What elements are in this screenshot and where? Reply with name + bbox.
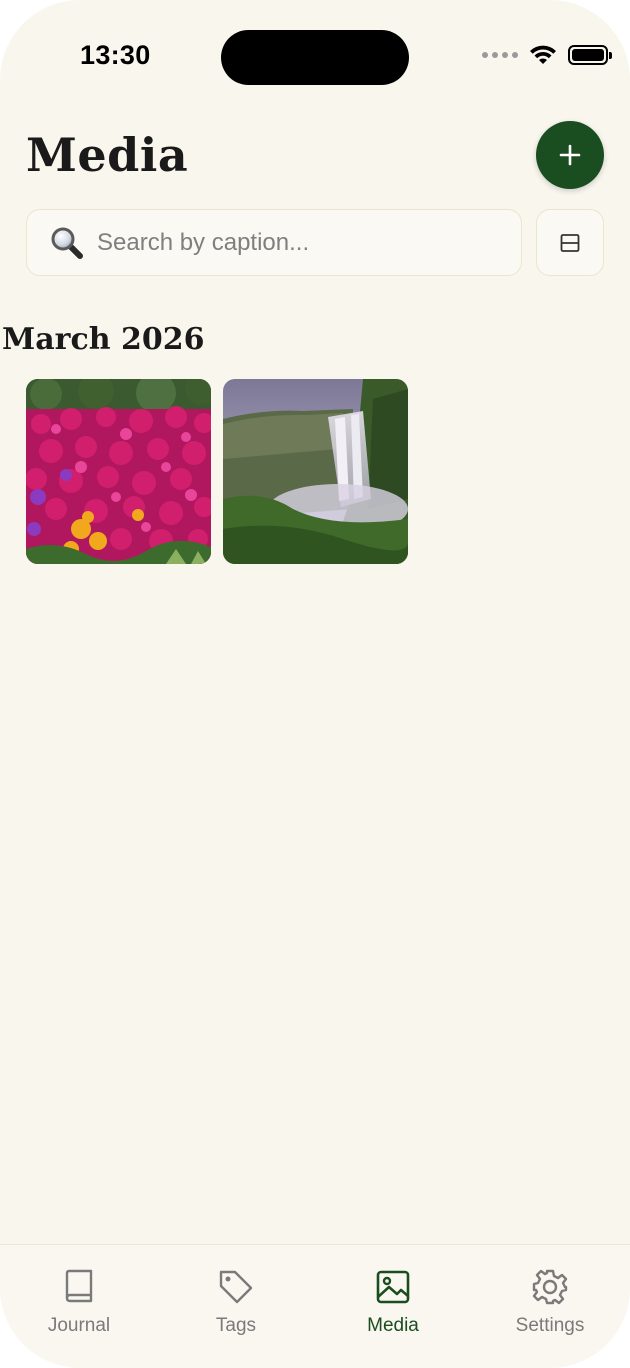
- tab-label: Media: [367, 1315, 419, 1336]
- tag-icon: [216, 1267, 256, 1307]
- tab-label: Tags: [215, 1315, 257, 1336]
- add-media-button[interactable]: [536, 121, 604, 189]
- search-field[interactable]: [26, 209, 522, 276]
- book-icon: [59, 1267, 99, 1307]
- tab-journal[interactable]: Journal: [9, 1267, 149, 1337]
- section-heading: March 2026: [2, 322, 205, 357]
- tab-tags[interactable]: Tags: [166, 1267, 306, 1337]
- magnifying-glass-icon: [47, 223, 87, 263]
- tab-label: Journal: [47, 1315, 111, 1336]
- tab-settings[interactable]: Settings: [480, 1267, 620, 1337]
- tab-bar: Journal Tags Media Settings: [0, 1244, 630, 1368]
- gear-icon: [530, 1267, 570, 1307]
- battery-icon: [568, 45, 612, 65]
- search-input[interactable]: [97, 228, 497, 257]
- cellular-signal-icon: [482, 52, 518, 58]
- media-thumbnail-waterfall[interactable]: [223, 379, 408, 564]
- tab-media[interactable]: Media: [323, 1267, 463, 1337]
- image-icon: [373, 1267, 413, 1307]
- plus-icon: [559, 144, 581, 166]
- split-view-icon: [560, 233, 580, 252]
- tab-label: Settings: [515, 1315, 585, 1336]
- wifi-icon: [530, 45, 556, 64]
- media-thumbnail-flowers[interactable]: [26, 379, 211, 564]
- page-title: Media: [26, 128, 189, 182]
- dynamic-island: [221, 30, 409, 85]
- status-time: 13:30: [80, 40, 151, 70]
- phone-screen: 13:30 Media Search by caption... March 2…: [0, 0, 630, 1368]
- status-indicators: [482, 44, 612, 66]
- layout-toggle-button[interactable]: [536, 209, 604, 276]
